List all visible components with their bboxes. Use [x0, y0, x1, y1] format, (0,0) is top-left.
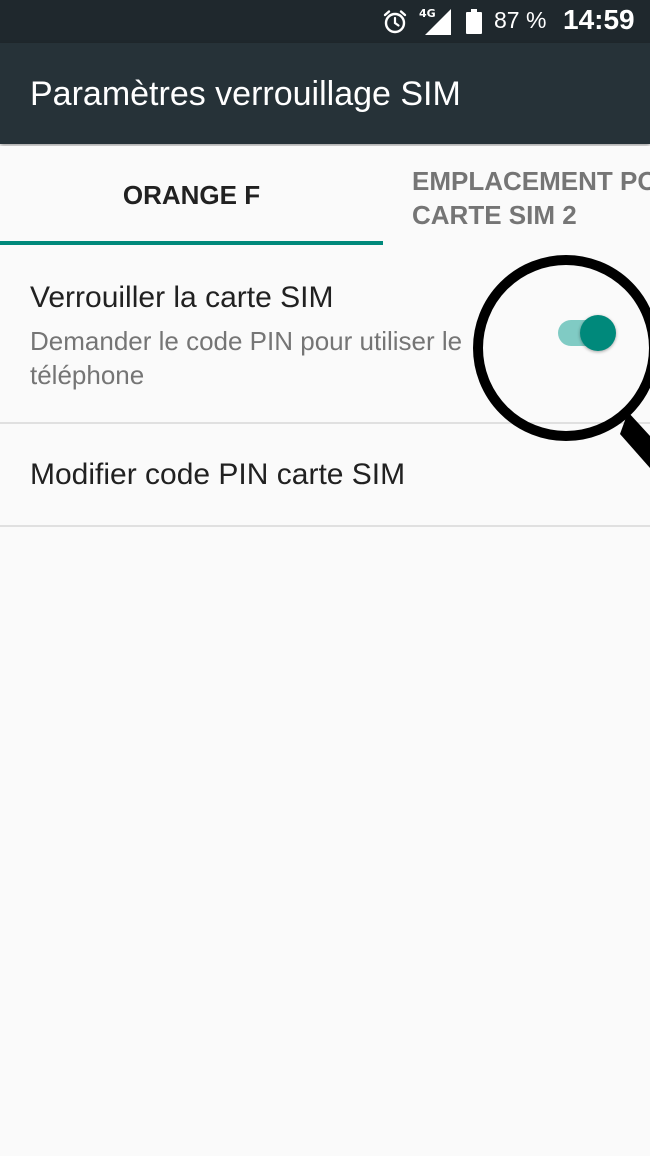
- tab-label: EMPLACEMENT POUR CARTE SIM 2: [412, 166, 650, 230]
- tab-orange-f[interactable]: ORANGE F: [0, 146, 383, 246]
- tab-sim-slot-2[interactable]: EMPLACEMENT POUR CARTE SIM 2: [412, 146, 650, 246]
- lock-sim-title: Verrouiller la carte SIM: [30, 281, 334, 314]
- change-pin-preference[interactable]: Modifier code PIN carte SIM: [0, 424, 650, 527]
- status-bar: 4G 87 % 14:59: [0, 0, 650, 43]
- clock: 14:59: [563, 4, 635, 35]
- lock-sim-switch[interactable]: [556, 315, 616, 351]
- lock-sim-preference[interactable]: Verrouiller la carte SIM Demander le cod…: [0, 248, 650, 424]
- tab-selected-indicator: [0, 241, 383, 245]
- page-title: Paramètres verrouillage SIM: [30, 75, 461, 113]
- screen: 4G 87 % 14:59 Paramètres verrouillage SI…: [0, 0, 650, 1156]
- tab-label: ORANGE F: [122, 180, 261, 210]
- app-bar: Paramètres verrouillage SIM: [0, 43, 650, 144]
- network-type-label: 4G: [419, 7, 436, 20]
- battery-percent: 87 %: [494, 7, 547, 33]
- alarm-icon: [383, 10, 407, 34]
- switch-thumb: [580, 315, 616, 351]
- change-pin-title: Modifier code PIN carte SIM: [30, 458, 406, 491]
- battery-icon: [466, 9, 482, 34]
- tab-bar: ORANGE F EMPLACEMENT POUR CARTE SIM 2: [0, 146, 650, 246]
- lock-sim-summary: Demander le code PIN pour utiliser le té…: [30, 326, 463, 390]
